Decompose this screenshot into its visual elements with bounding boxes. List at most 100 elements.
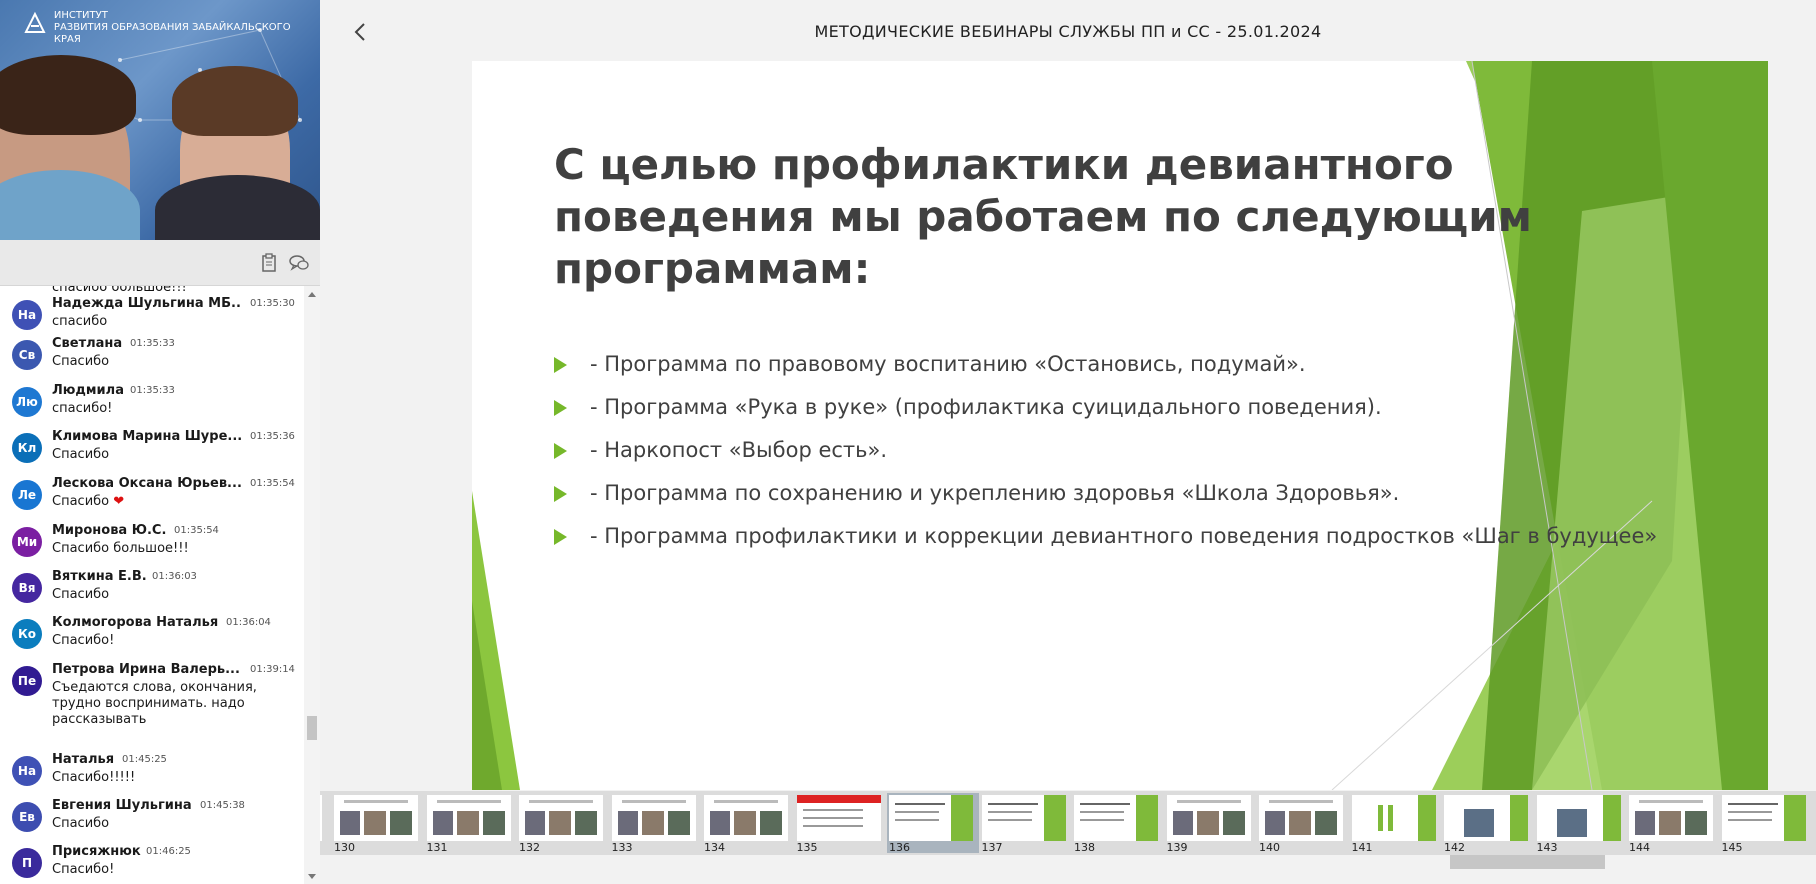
message-body: Спасибо большое!!! — [52, 541, 189, 556]
bullet-text: - Наркопост «Выбор есть». — [590, 438, 888, 462]
thumbnail-image — [889, 795, 973, 841]
institute-logo: ИНСТИТУТ РАЗВИТИЯ ОБРАЗОВАНИЯ ЗАБАЙКАЛЬС… — [22, 10, 320, 46]
avatar: Ко — [12, 619, 42, 649]
avatar: На — [12, 300, 42, 330]
message-body: Спасибо — [52, 494, 110, 509]
avatar: На — [12, 756, 42, 786]
message-text: Съедаются слова, окончания, трудно воспр… — [52, 680, 262, 728]
thumbnail-image — [981, 795, 1066, 841]
message-text: спасибо — [52, 314, 262, 330]
thumbnail-number: 141 — [1351, 841, 1373, 854]
message-body: спасибо! — [52, 401, 113, 416]
clipboard-icon[interactable] — [258, 252, 280, 274]
logo-line-2: РАЗВИТИЯ ОБРАЗОВАНИЯ ЗАБАЙКАЛЬСКОГО КРАЯ — [53, 22, 291, 45]
message-time: 01:35:54 — [174, 525, 219, 536]
message-author: Надежда Шульгина МБ... — [52, 296, 242, 311]
thumbnail-image — [334, 795, 418, 841]
thumbnail-image — [1074, 795, 1158, 841]
message-body: Спасибо!!!!! — [52, 770, 136, 785]
chat-scrollbar[interactable] — [304, 286, 320, 884]
thumbnail-number: 134 — [704, 841, 725, 854]
thumbnail-number: 138 — [1074, 841, 1095, 854]
slide-bullet: - Программа по сохранению и укреплению з… — [554, 481, 1754, 524]
message-text: Спасибо ❤ — [52, 494, 262, 510]
slide-thumbnail[interactable]: 131 — [425, 793, 517, 854]
message-body: спасибо — [52, 314, 108, 329]
slide-thumbnail[interactable]: 145 — [1720, 793, 1812, 854]
message-text: Спасибо — [52, 816, 262, 832]
avatar: Кл — [12, 433, 42, 463]
scroll-up-arrow-icon[interactable] — [308, 292, 316, 297]
chat-bubbles-icon[interactable] — [288, 252, 310, 274]
message-author: Петрова Ирина Валерь... — [52, 662, 240, 677]
slide-thumbnail[interactable]: 143 — [1535, 793, 1627, 854]
thumbnail-number: 131 — [426, 841, 448, 854]
slide-thumbnail[interactable]: 142 — [1442, 793, 1534, 854]
bullet-arrow-icon — [554, 443, 567, 459]
thumbnail-image — [1351, 795, 1436, 841]
presentation-area: МЕТОДИЧЕСКИЕ ВЕБИНАРЫ СЛУЖБЫ ПП и СС - 2… — [320, 0, 1816, 884]
thumbnail-image — [1629, 795, 1713, 841]
message-author: Людмила — [52, 383, 124, 398]
avatar: Ле — [12, 480, 42, 510]
speaker-2-hair — [172, 66, 298, 136]
thumbnail-image — [796, 795, 881, 841]
slide-heading: С целью профилактики девиантного поведен… — [554, 140, 1532, 293]
slide-bullet-list: - Программа по правовому воспитанию «Ост… — [554, 352, 1754, 567]
slide-thumbnail[interactable]: 130 — [332, 793, 424, 854]
slide-thumbnail-partial[interactable] — [320, 793, 328, 853]
chat-scrollbar-thumb[interactable] — [307, 716, 317, 740]
speaker-2-clothes — [155, 175, 320, 240]
slide-thumbnail[interactable]: 134 — [702, 793, 794, 854]
slide-thumbnail[interactable]: 141 — [1350, 793, 1442, 854]
avatar: П — [12, 848, 42, 878]
logo-line-1: ИНСТИТУТ — [53, 10, 108, 21]
presentation-slide: С целью профилактики девиантного поведен… — [472, 61, 1768, 790]
slide-thumbnail[interactable]: 133 — [610, 793, 702, 854]
slide-thumbnail[interactable]: 137 — [980, 793, 1072, 854]
message-body: Спасибо! — [52, 862, 115, 877]
institute-logo-icon — [24, 11, 46, 33]
slide-thumbnail[interactable]: 132 — [517, 793, 609, 854]
webinar-title: МЕТОДИЧЕСКИЕ ВЕБИНАРЫ СЛУЖБЫ ПП и СС - 2… — [814, 22, 1322, 41]
slide-thumbnail[interactable]: 136 — [887, 793, 979, 854]
message-text: Спасибо — [52, 354, 262, 370]
avatar: Вя — [12, 573, 42, 603]
slide-thumbnail[interactable]: 138 — [1072, 793, 1164, 854]
scroll-down-arrow-icon[interactable] — [308, 874, 316, 879]
message-time: 01:35:33 — [130, 385, 175, 396]
filmstrip-scrollbar-thumb[interactable] — [1450, 855, 1605, 869]
bullet-arrow-icon — [554, 357, 567, 373]
thumbnail-number: 130 — [334, 841, 355, 854]
slide-thumbnail[interactable]: 144 — [1627, 793, 1719, 854]
message-body: Спасибо — [52, 587, 110, 602]
thumbnail-number: 145 — [1721, 841, 1743, 854]
slide-thumbnail[interactable]: 135 — [795, 793, 887, 854]
message-body: Спасибо! — [52, 633, 115, 648]
thumbnail-number: 140 — [1259, 841, 1280, 854]
thumbnail-number: 144 — [1629, 841, 1650, 854]
thumbnail-image — [1721, 795, 1806, 841]
slide-thumbnail[interactable]: 139 — [1165, 793, 1257, 854]
chat-partial-message: спасибо большое!!! — [52, 286, 187, 295]
filmstrip-scrollbar[interactable] — [320, 855, 1816, 884]
message-time: 01:36:03 — [152, 571, 197, 582]
message-author: Светлана — [52, 336, 123, 351]
slide-thumbnail[interactable]: 140 — [1257, 793, 1349, 854]
thumbnail-number: 133 — [611, 841, 633, 854]
message-time: 01:46:25 — [146, 846, 191, 857]
message-body: Спасибо — [52, 354, 110, 369]
thumbnail-number: 135 — [796, 841, 818, 854]
message-time: 01:36:04 — [226, 617, 271, 628]
message-author: Лескова Оксана Юрьев... — [52, 476, 242, 491]
slide-bullet: - Наркопост «Выбор есть». — [554, 438, 1754, 481]
message-text: Спасибо! — [52, 633, 262, 649]
slide-filmstrip: 130 131 132 133 134 135 136 137 138 139 140 141 142 1… — [320, 791, 1816, 855]
message-text: Спасибо! — [52, 862, 262, 878]
speaker-1-hair — [0, 55, 136, 135]
avatar: Пе — [12, 666, 42, 696]
message-author: Вяткина Е.В. — [52, 569, 147, 584]
message-text: Спасибо большое!!! — [52, 541, 262, 557]
bullet-arrow-icon — [554, 529, 567, 545]
message-time: 01:39:14 — [250, 664, 295, 675]
